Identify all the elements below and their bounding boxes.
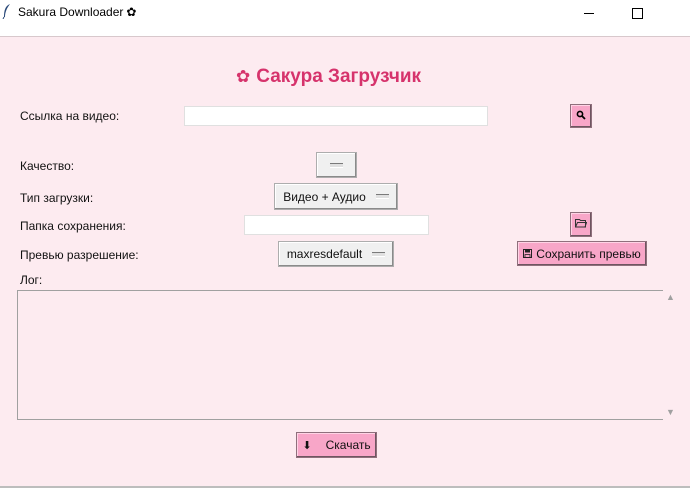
app-title: Сакура Загрузчик (256, 66, 422, 87)
app-header: ✿ Сакура Загрузчик (236, 66, 421, 88)
sakura-flower-icon: ✿ (236, 67, 251, 86)
url-label: Ссылка на видео: (20, 109, 120, 123)
maximize-button[interactable] (614, 0, 660, 26)
save-preview-button[interactable]: Сохранить превью (517, 241, 647, 266)
window-title: Sakura Downloader ✿ (18, 5, 136, 19)
log-label: Лог: (20, 273, 43, 287)
dropdown-indicator-icon (375, 194, 389, 199)
maximize-icon (631, 7, 643, 19)
save-preview-label: Сохранить превью (536, 246, 641, 261)
download-type-label: Тип загрузки: (20, 191, 94, 205)
url-input[interactable] (184, 106, 488, 126)
preview-resolution-label: Превью разрешение: (20, 248, 139, 262)
dropdown-indicator-icon (372, 251, 386, 257)
log-scrollbar[interactable]: ▲ ▼ (663, 290, 679, 420)
window-title-text: Sakura Downloader (18, 5, 124, 19)
dropdown-indicator-icon (330, 162, 343, 168)
quality-label: Качество: (20, 159, 75, 173)
minimize-icon (584, 12, 594, 14)
preview-resolution-dropdown[interactable]: maxresdefault (278, 241, 394, 267)
flower-icon: ✿ (126, 5, 137, 19)
minimize-button[interactable] (566, 0, 612, 26)
folder-icon (575, 218, 588, 231)
folder-label: Папка сохранения: (20, 219, 126, 233)
download-label: Скачать (325, 438, 371, 452)
save-icon (523, 247, 533, 261)
quality-dropdown[interactable] (316, 152, 357, 178)
download-button[interactable]: ⬇ Скачать (296, 432, 377, 458)
scroll-down-icon[interactable]: ▼ (666, 407, 675, 417)
feather-icon (2, 3, 12, 22)
preview-resolution-value: maxresdefault (286, 247, 363, 261)
scroll-up-icon[interactable]: ▲ (666, 292, 675, 302)
download-type-dropdown[interactable]: Видео + Аудио (274, 183, 398, 210)
download-arrow-icon: ⬇ (302, 439, 312, 452)
browse-folder-button[interactable] (570, 212, 592, 237)
search-button[interactable] (570, 104, 592, 128)
log-textarea[interactable] (17, 290, 663, 420)
window-titlebar: Sakura Downloader ✿ (0, 0, 690, 26)
window-bottom-border (0, 486, 690, 488)
search-icon (576, 110, 586, 123)
download-type-value: Видео + Аудио (283, 189, 366, 204)
folder-input[interactable] (244, 215, 429, 235)
